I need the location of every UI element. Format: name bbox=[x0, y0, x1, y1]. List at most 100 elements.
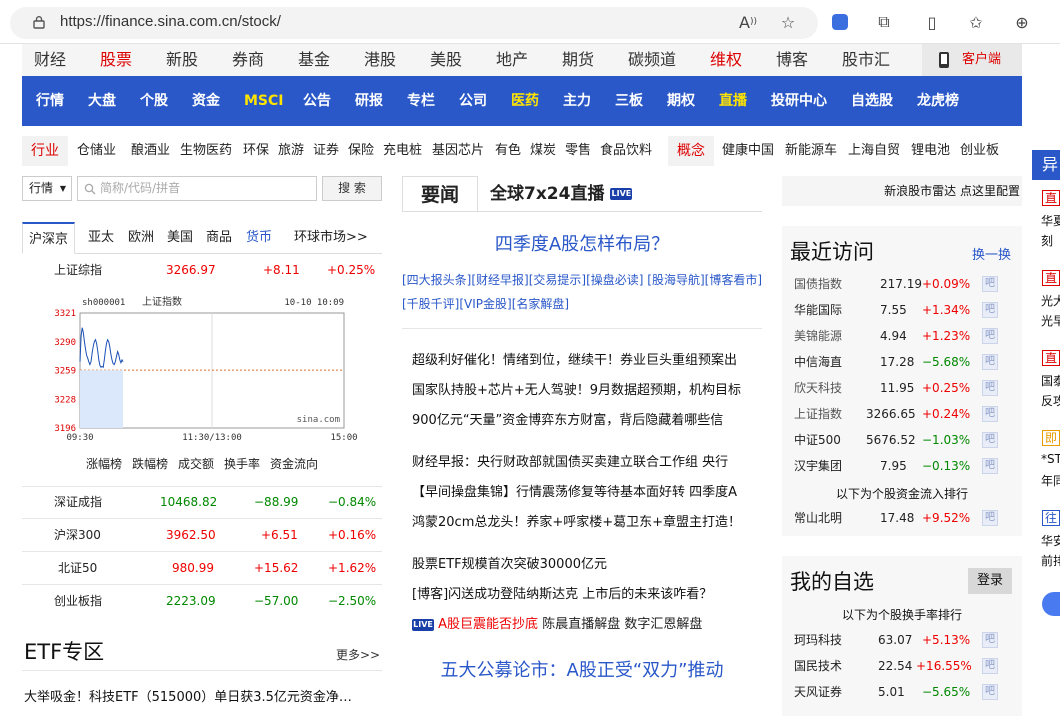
etf-news-item[interactable]: 大举吸金！科技ETF（515000）单日获3.5亿元资金净… bbox=[24, 686, 384, 705]
bnav-sanban[interactable]: 三板 bbox=[615, 76, 643, 126]
stock-radar-link[interactable]: 新浪股市雷达 点这里配置 bbox=[782, 176, 1022, 206]
news-item[interactable]: 超级利好催化！情绪到位，继续干！券业巨头重组预案出 bbox=[412, 349, 764, 368]
guba-icon[interactable]: 吧 bbox=[982, 510, 998, 526]
stock-row[interactable]: 珂玛科技 63.07 +5.13% 吧 bbox=[794, 627, 1004, 653]
stock-row[interactable]: 华能国际 7.55 +1.34% 吧 bbox=[794, 297, 1004, 323]
tab-live-7x24[interactable]: 全球7x24直播 LIVE bbox=[490, 176, 633, 212]
industry-item[interactable]: 有色 bbox=[495, 136, 521, 166]
news-item[interactable]: 股票ETF规模首次突破30000亿元 bbox=[412, 553, 764, 572]
tab-ouzhou[interactable]: 欧洲 bbox=[128, 222, 154, 254]
bnav-dapan[interactable]: 大盘 bbox=[88, 76, 116, 126]
bnav-gonggao[interactable]: 公告 bbox=[303, 76, 331, 126]
etf-more-link[interactable]: 更多>> bbox=[336, 646, 380, 663]
second-headline[interactable]: 五大公募论市：A股正受“双力”推动 bbox=[402, 656, 762, 682]
bnav-hangqing[interactable]: 行情 bbox=[36, 76, 64, 126]
bnav-longhubang[interactable]: 龙虎榜 bbox=[917, 76, 959, 126]
favorite-star-icon[interactable]: ☆ bbox=[778, 12, 798, 32]
extension-profile-icon[interactable] bbox=[830, 12, 850, 32]
guba-icon[interactable]: 吧 bbox=[982, 406, 998, 422]
stock-row[interactable]: 汉宇集团 7.95 −0.13% 吧 bbox=[794, 453, 1004, 479]
bnav-yiyao[interactable]: 医药 bbox=[511, 76, 539, 126]
guba-icon[interactable]: 吧 bbox=[982, 658, 998, 674]
bnav-zijin[interactable]: 资金 bbox=[192, 76, 220, 126]
url-text[interactable]: https://finance.sina.com.cn/stock/ bbox=[60, 13, 281, 30]
index-row[interactable]: 深证成指 10468.82 −88.99 −0.84% bbox=[22, 489, 382, 515]
live-news-item[interactable]: LIVE A股巨震能否抄底 陈晨直播解盘 数字汇恩解盘 bbox=[412, 613, 702, 632]
bnav-zhuli[interactable]: 主力 bbox=[563, 76, 591, 126]
top-headline[interactable]: 四季度A股怎样布局？ bbox=[402, 230, 762, 256]
side-strip-toggle[interactable] bbox=[1042, 592, 1060, 616]
concept-item[interactable]: 新能源车 bbox=[785, 136, 837, 166]
guba-icon[interactable]: 吧 bbox=[982, 354, 998, 370]
stock-row[interactable]: 天风证券 5.01 −5.65% 吧 bbox=[794, 679, 1004, 705]
industry-item[interactable]: 煤炭 bbox=[530, 136, 556, 166]
guba-icon[interactable]: 吧 bbox=[982, 432, 998, 448]
tab-hushenjing[interactable]: 沪深京 bbox=[22, 222, 76, 254]
link-huanshou[interactable]: 换手率 bbox=[224, 455, 260, 472]
guba-icon[interactable]: 吧 bbox=[982, 632, 998, 648]
nav-qihuo[interactable]: 期货 bbox=[562, 44, 594, 76]
tab-meiguo[interactable]: 美国 bbox=[167, 222, 193, 254]
bnav-qiquan[interactable]: 期权 bbox=[667, 76, 695, 126]
bnav-yanbao[interactable]: 研报 bbox=[355, 76, 383, 126]
bnav-touyan[interactable]: 投研中心 bbox=[771, 76, 827, 126]
industry-item[interactable]: 酿酒业 bbox=[131, 136, 170, 166]
guba-icon[interactable]: 吧 bbox=[982, 458, 998, 474]
link-diefu[interactable]: 跌幅榜 bbox=[132, 455, 168, 472]
headline-links[interactable]: [四大报头条][财经早报][交易提示][操盘必读] [股海导航][博客看市] bbox=[402, 271, 762, 288]
stock-row[interactable]: 国债指数 217.19 +0.09% 吧 bbox=[794, 271, 1004, 297]
nav-caijing[interactable]: 财经 bbox=[34, 44, 66, 76]
guba-icon[interactable]: 吧 bbox=[982, 328, 998, 344]
search-type-select[interactable]: 行情 ▼ bbox=[22, 176, 72, 201]
index-row[interactable]: 沪深300 3962.50 +6.51 +0.16% bbox=[22, 522, 382, 548]
link-chengjiao[interactable]: 成交额 bbox=[178, 455, 214, 472]
link-zijinliu[interactable]: 资金流向 bbox=[270, 455, 318, 472]
bnav-zhibo[interactable]: 直播 bbox=[719, 76, 747, 126]
headline-links[interactable]: [千股千评][VIP金股][名家解盘] bbox=[402, 295, 569, 312]
nav-weiquan[interactable]: 维权 bbox=[710, 44, 742, 76]
tab-yatai[interactable]: 亚太 bbox=[88, 222, 114, 254]
split-screen-icon[interactable]: ▯ bbox=[922, 12, 942, 32]
news-item[interactable]: 900亿元“天量”资金博弈东方财富，背后隐藏着哪些信 bbox=[412, 409, 764, 428]
concept-item[interactable]: 锂电池 bbox=[911, 136, 950, 166]
news-item[interactable]: 鸿蒙20cm总龙头！养家+呼家楼+葛卫东+章盟主打造！ bbox=[412, 511, 764, 530]
switch-button[interactable]: 换一换 bbox=[972, 244, 1011, 263]
nav-xingu[interactable]: 新股 bbox=[166, 44, 198, 76]
lock-icon[interactable] bbox=[32, 15, 46, 29]
bnav-zixuan[interactable]: 自选股 bbox=[851, 76, 893, 126]
nav-dichan[interactable]: 地产 bbox=[496, 44, 528, 76]
concept-item[interactable]: 上海自贸 bbox=[848, 136, 900, 166]
nav-gushihui[interactable]: 股市汇 bbox=[842, 44, 890, 76]
industry-tag[interactable]: 行业 bbox=[22, 136, 68, 166]
bnav-gongsi[interactable]: 公司 bbox=[459, 76, 487, 126]
tab-shangpin[interactable]: 商品 bbox=[206, 222, 232, 254]
industry-item[interactable]: 食品饮料 bbox=[600, 136, 652, 166]
client-download[interactable]: 客户端 bbox=[922, 44, 1022, 76]
login-button[interactable]: 登录 bbox=[968, 568, 1012, 594]
bnav-gegu[interactable]: 个股 bbox=[140, 76, 168, 126]
nav-ganggu[interactable]: 港股 bbox=[364, 44, 396, 76]
search-button[interactable]: 搜 索 bbox=[322, 176, 382, 201]
nav-gupiao[interactable]: 股票 bbox=[100, 44, 132, 76]
stock-row[interactable]: 中信海直 17.28 −5.68% 吧 bbox=[794, 349, 1004, 375]
industry-item[interactable]: 证券 bbox=[313, 136, 339, 166]
nav-jijin[interactable]: 基金 bbox=[298, 44, 330, 76]
industry-item[interactable]: 环保 bbox=[243, 136, 269, 166]
concept-tag[interactable]: 概念 bbox=[668, 136, 714, 166]
industry-item[interactable]: 仓储业 bbox=[77, 136, 116, 166]
nav-boke[interactable]: 博客 bbox=[776, 44, 808, 76]
news-item[interactable]: 财经早报：央行财政部就国债买卖建立联合工作组 央行 bbox=[412, 451, 764, 470]
industry-item[interactable]: 生物医药 bbox=[180, 136, 232, 166]
concept-item[interactable]: 健康中国 bbox=[722, 136, 774, 166]
tab-huobi[interactable]: 货币 bbox=[246, 222, 272, 254]
stock-search-input[interactable]: 简称/代码/拼音 bbox=[77, 176, 317, 201]
sh-index-intraday-chart[interactable]: 3321329032593228319609:30 11:30/13:00 15:0… bbox=[48, 295, 358, 445]
news-item[interactable]: 国家队持股+芯片+无人驾驶！9月数据超预期，机构目标 bbox=[412, 379, 764, 398]
guba-icon[interactable]: 吧 bbox=[982, 302, 998, 318]
news-item[interactable]: [博客]闪送成功登陆纳斯达克 上市后的未来该咋看？ bbox=[412, 583, 764, 602]
index-row[interactable]: 北证50 980.99 +15.62 +1.62% bbox=[22, 555, 382, 581]
industry-item[interactable]: 保险 bbox=[348, 136, 374, 166]
guba-icon[interactable]: 吧 bbox=[982, 380, 998, 396]
stock-row[interactable]: 国民技术 22.54 +16.55% 吧 bbox=[794, 653, 1004, 679]
industry-item[interactable]: 基因芯片 bbox=[432, 136, 484, 166]
